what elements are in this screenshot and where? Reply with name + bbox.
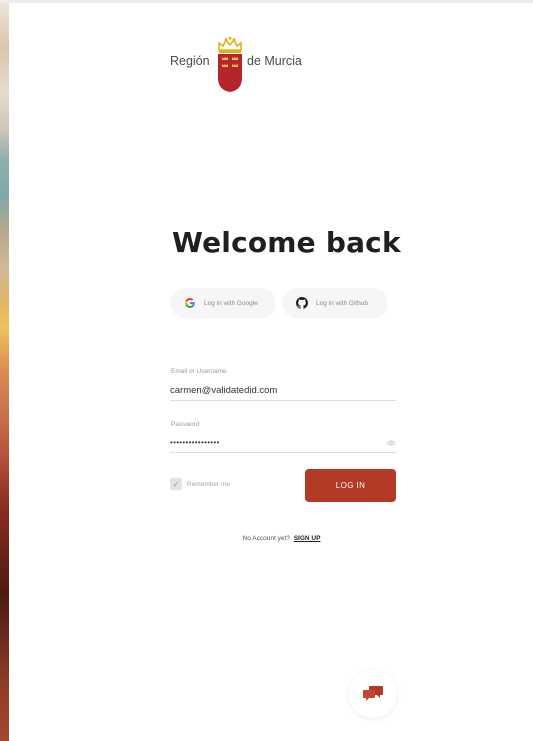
github-icon [296,297,308,309]
password-value: •••••••••••••••• [170,438,220,447]
signup-link[interactable]: SIGN UP [294,535,321,542]
chat-button[interactable] [349,670,397,718]
page-title: Welcome back [172,226,401,259]
github-login-label: Log in with Github [316,299,369,307]
google-login-label: Log in with Google [204,299,258,307]
check-icon: ✓ [172,479,180,489]
chat-bubbles-icon [363,686,383,701]
logo-text-left: Región [170,54,210,68]
email-field[interactable]: carmen@validatedid.com [170,381,396,401]
email-value: carmen@validatedid.com [170,385,278,396]
google-icon [185,298,195,308]
remember-me-checkbox[interactable]: ✓ [170,478,182,490]
email-label: Email or Username [171,368,227,375]
murcia-crest-icon [218,36,242,92]
password-label: Password [171,421,200,428]
top-divider [0,0,533,3]
background-photo [0,3,9,741]
eye-icon[interactable] [386,438,396,448]
password-field[interactable]: •••••••••••••••• [170,433,396,453]
google-login-button[interactable]: Log in with Google [170,288,276,318]
github-login-button[interactable]: Log in with Github [282,288,388,318]
remember-me: ✓ Remember me [170,478,230,490]
signup-prompt-text: No Account yet? [242,535,290,542]
signup-prompt: No Account yet? SIGN UP [0,535,533,542]
logo-text-right: de Murcia [247,54,302,68]
region-murcia-logo: Región de Murcia [170,36,320,94]
remember-me-label: Remember me [187,480,230,488]
login-button[interactable]: LOG IN [305,469,396,502]
